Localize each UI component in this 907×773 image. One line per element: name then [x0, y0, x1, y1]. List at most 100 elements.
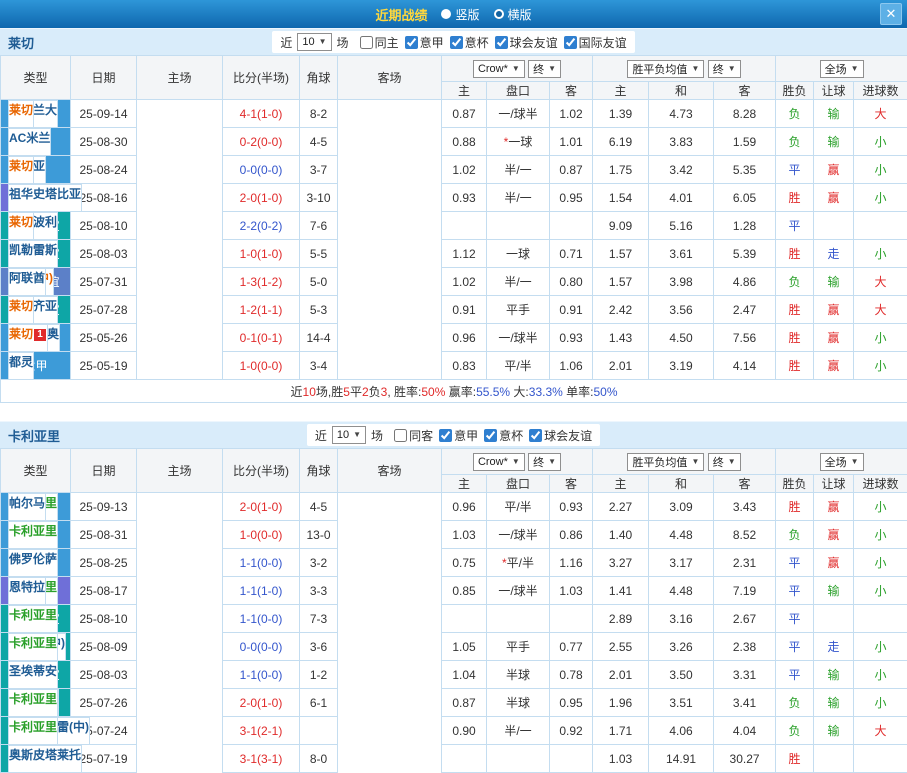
odds-home-cell: 1.02	[442, 268, 487, 296]
odds-away-cell: 0.93	[550, 324, 593, 352]
date-cell: 25-08-09	[71, 633, 137, 661]
summary-segment: , 胜率:	[387, 385, 421, 399]
odds-home-cell	[442, 212, 487, 240]
filter-checkbox[interactable]: 意甲	[405, 34, 444, 51]
avg-draw-cell: 4.73	[649, 100, 714, 128]
avg-draw-cell: 4.48	[649, 577, 714, 605]
odds-away-cell: 0.80	[550, 268, 593, 296]
result-text: 平	[789, 556, 801, 570]
result-handicap-cell: 输	[814, 128, 854, 156]
team-label: 卡利亚里	[9, 636, 57, 650]
result-text: 胜	[789, 247, 801, 261]
filter-checkbox-input[interactable]	[450, 36, 463, 49]
result-goals-cell: 小	[854, 128, 907, 156]
score-cell: 1-2(1-1)	[223, 296, 300, 324]
odds-final-dropdown[interactable]: 终▼	[528, 453, 561, 471]
result-text: 胜	[789, 191, 801, 205]
result-text: 小	[875, 331, 887, 345]
odds-source-dropdown[interactable]: Crow*▼	[473, 453, 525, 471]
filter-checkbox-input[interactable]	[564, 36, 577, 49]
date-cell: 25-09-13	[71, 493, 137, 521]
result-text: 小	[875, 191, 887, 205]
avg-dropdown[interactable]: 胜平负均值▼	[627, 453, 704, 471]
corner-cell: 1-2	[300, 661, 338, 689]
avg-draw-cell: 14.91	[649, 745, 714, 773]
match-row: 意甲25-08-25卡利亚里1-1(0-0)3-2佛罗伦萨0.75*平/半1.1…	[1, 549, 907, 577]
odds-group-header: Crow*▼ 终▼	[442, 449, 593, 475]
avg-home-cell: 2.27	[593, 493, 649, 521]
score-cell: 0-0(0-0)	[223, 633, 300, 661]
summary-segment: 33.3%	[529, 385, 563, 399]
result-text: 平	[789, 612, 801, 626]
score-text: 2-0(1-0)	[240, 696, 283, 710]
avg-dropdown[interactable]: 胜平负均值▼	[627, 60, 704, 78]
summary-segment: 2	[362, 385, 369, 399]
filter-checkbox[interactable]: 球会友谊	[529, 427, 592, 444]
filter-checkbox-input[interactable]	[439, 429, 452, 442]
result-outcome-cell: 胜	[776, 184, 814, 212]
summary-segment: 场,胜	[316, 385, 343, 399]
corner-cell: 7-3	[300, 605, 338, 633]
close-button[interactable]: ✕	[880, 3, 902, 25]
date-cell: 25-08-03	[71, 661, 137, 689]
filter-checkbox-input[interactable]	[360, 36, 373, 49]
avg-home-cell: 1.75	[593, 156, 649, 184]
filter-checkbox[interactable]: 意杯	[484, 427, 523, 444]
layout-radio-vertical[interactable]: 竖版	[441, 6, 479, 23]
match-count-value: 10	[302, 36, 314, 48]
odds-home-cell: 0.96	[442, 324, 487, 352]
result-outcome-cell: 平	[776, 577, 814, 605]
filter-checkbox-input[interactable]	[394, 429, 407, 442]
odds-source-dropdown[interactable]: Crow*▼	[473, 60, 525, 78]
result-handicap-cell: 输	[814, 268, 854, 296]
match-count-dropdown[interactable]: 10▼	[332, 426, 366, 444]
col-corner: 角球	[300, 56, 338, 100]
result-handicap-cell: 输	[814, 717, 854, 745]
date-cell: 25-09-14	[71, 100, 137, 128]
avg-group-header: 胜平负均值▼ 终▼	[593, 449, 776, 475]
filter-checkbox[interactable]: 意杯	[450, 34, 489, 51]
odds-final-dropdown[interactable]: 终▼	[528, 60, 561, 78]
filter-checkbox-input[interactable]	[495, 36, 508, 49]
avg-draw-cell: 3.26	[649, 633, 714, 661]
layout-radio-horizontal[interactable]: 横版	[494, 6, 532, 23]
avg-draw-cell: 3.09	[649, 493, 714, 521]
radio-vertical-label: 竖版	[455, 6, 479, 23]
avg-draw-cell: 4.50	[649, 324, 714, 352]
filter-checkbox[interactable]: 同主	[360, 34, 399, 51]
avg-home-cell: 6.19	[593, 128, 649, 156]
avg-home-cell: 9.09	[593, 212, 649, 240]
odds-handicap-cell	[487, 605, 550, 633]
result-outcome-cell: 负	[776, 717, 814, 745]
scope-dropdown[interactable]: 全场▼	[820, 453, 864, 471]
odds-handicap-cell: *一球	[487, 128, 550, 156]
score-cell: 1-1(0-0)	[223, 549, 300, 577]
filter-checkbox-input[interactable]	[405, 36, 418, 49]
result-text: 赢	[828, 163, 840, 177]
filter-checkbox-input[interactable]	[529, 429, 542, 442]
result-text: 胜	[789, 500, 801, 514]
away-team-cell: 都灵	[8, 352, 34, 380]
filter-checkbox[interactable]: 国际友谊	[564, 34, 627, 51]
away-team-cell: 恩特拉	[8, 577, 46, 605]
avg-final-dropdown[interactable]: 终▼	[708, 60, 741, 78]
result-goals-cell: 小	[854, 577, 907, 605]
result-text: 赢	[828, 303, 840, 317]
result-outcome-cell: 平	[776, 661, 814, 689]
result-outcome-cell: 负	[776, 521, 814, 549]
scope-dropdown[interactable]: 全场▼	[820, 60, 864, 78]
result-text: 输	[828, 696, 840, 710]
avg-final-dropdown[interactable]: 终▼	[708, 453, 741, 471]
filter-checkbox-input[interactable]	[484, 429, 497, 442]
match-count-dropdown[interactable]: 10▼	[297, 33, 331, 51]
filter-checkbox[interactable]: 球会友谊	[495, 34, 558, 51]
result-outcome-cell: 负	[776, 128, 814, 156]
result-handicap-cell: 赢	[814, 352, 854, 380]
avg-home-cell: 1.39	[593, 100, 649, 128]
odds-home-cell: 0.90	[442, 717, 487, 745]
result-text: 赢	[828, 359, 840, 373]
filter-checkbox[interactable]: 意甲	[439, 427, 478, 444]
filter-checkbox[interactable]: 同客	[394, 427, 433, 444]
result-text: 胜	[789, 331, 801, 345]
col-date: 日期	[71, 56, 137, 100]
